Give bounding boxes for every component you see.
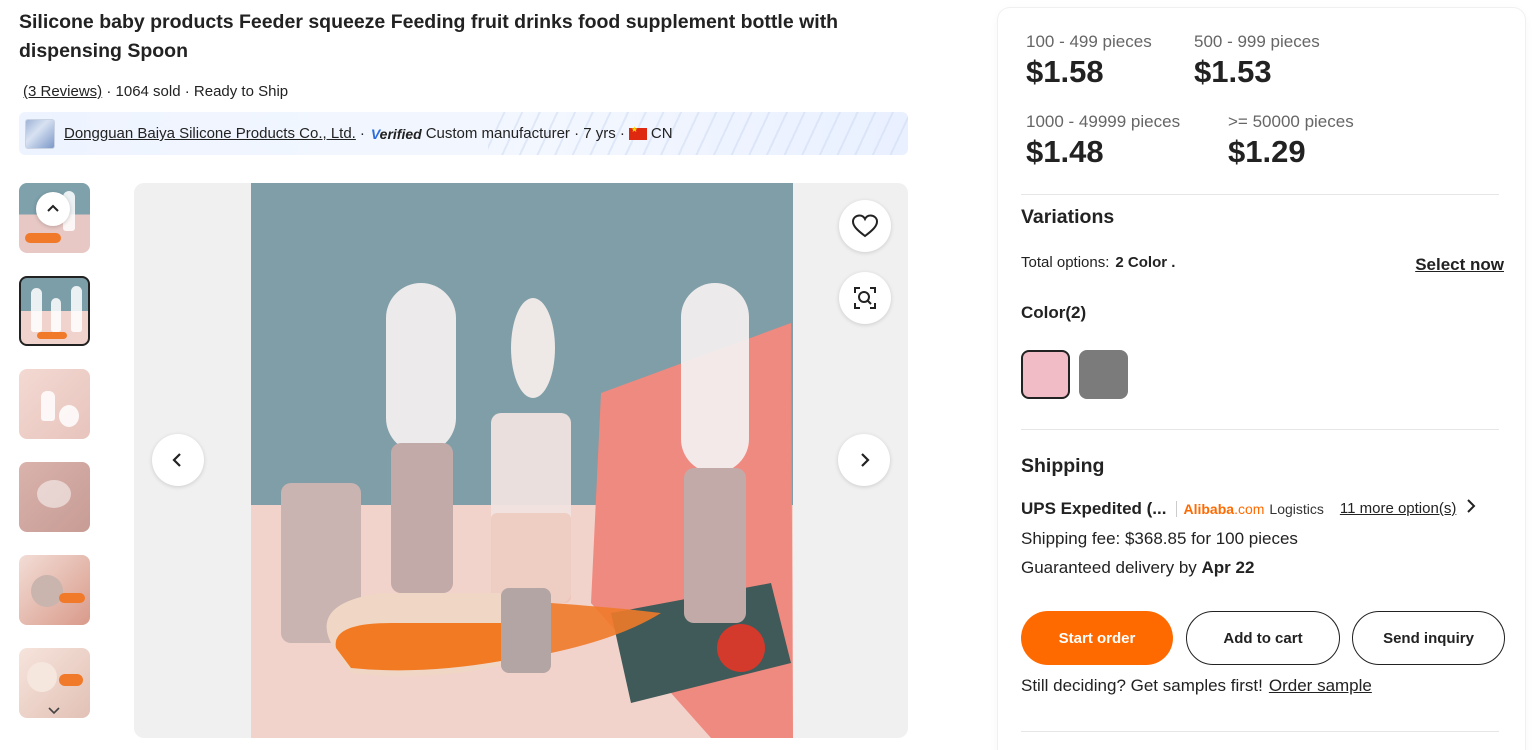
thumb-shape	[31, 575, 63, 607]
delivery-info: Guaranteed delivery by Apr 22	[1021, 558, 1254, 578]
price-tier-1: 100 - 499 pieces $1.58	[1026, 32, 1152, 90]
divider	[1021, 731, 1499, 732]
verified-badge-text: erified	[379, 125, 422, 142]
verified-badge-v: V	[370, 125, 380, 142]
main-product-image[interactable]	[251, 183, 793, 738]
samples-text: Still deciding? Get samples first!	[1021, 676, 1263, 695]
shipping-method: UPS Expedited (...	[1021, 498, 1167, 518]
thumb-shape	[37, 332, 67, 339]
color-swatch-pink[interactable]	[1021, 350, 1070, 399]
color-swatch-gray[interactable]	[1079, 350, 1128, 399]
chevron-right-icon	[861, 453, 870, 467]
thumbnail-list	[19, 183, 90, 741]
add-to-cart-button[interactable]: Add to cart	[1186, 611, 1340, 665]
flag-cn-icon	[628, 125, 647, 140]
photo-shape	[391, 443, 453, 593]
thumb-shape	[51, 298, 61, 332]
next-image-button[interactable]	[838, 434, 890, 486]
image-search-icon	[854, 287, 876, 309]
select-now-link[interactable]: Select now	[1415, 255, 1504, 275]
tier-price: $1.58	[1026, 54, 1104, 89]
total-options-label: Total options:	[1021, 254, 1110, 271]
supplier-name-link[interactable]: Dongguan Baiya Silicone Products Co., Lt…	[64, 125, 356, 142]
photo-shape	[684, 468, 746, 623]
sold-status: · 1064 sold · Ready to Ship	[102, 83, 289, 100]
heart-icon	[851, 214, 879, 238]
thumb-shape	[59, 674, 83, 686]
divider	[1021, 429, 1499, 430]
variations-title: Variations	[1021, 206, 1115, 228]
product-illustration	[281, 283, 793, 738]
supplier-country: CN	[650, 125, 673, 142]
alibaba-logo-suffix: .com	[1234, 500, 1265, 517]
start-order-button[interactable]: Start order	[1021, 611, 1173, 665]
tier-quantity: 1000 - 49999 pieces	[1026, 112, 1181, 131]
thumbnail-4[interactable]	[19, 462, 90, 532]
thumbnail-1[interactable]	[19, 183, 90, 253]
photo-shape	[386, 283, 456, 453]
supplier-info: · Verified Custom manufacturer · 7 yrs ·…	[359, 125, 673, 143]
supplier-type: Custom manufacturer · 7 yrs ·	[425, 125, 625, 142]
thumb-shape	[31, 288, 42, 332]
product-gallery	[134, 183, 908, 738]
supplier-logo[interactable]	[25, 118, 55, 149]
send-inquiry-button[interactable]: Send inquiry	[1352, 611, 1505, 665]
separator	[1176, 500, 1178, 517]
chevron-left-icon	[172, 453, 181, 467]
shipping-method-row: UPS Expedited (... Alibaba.com Logistics…	[1021, 498, 1501, 519]
alibaba-logo: Alibaba.com	[1183, 501, 1264, 517]
thumb-shape	[27, 662, 57, 692]
tier-price: $1.48	[1026, 134, 1104, 169]
verified-badge[interactable]: Verified	[371, 126, 422, 142]
chevron-up-icon[interactable]	[36, 192, 70, 226]
total-options-value: 2 Color .	[1115, 254, 1176, 271]
shipping-fee: Shipping fee: $368.85 for 100 pieces	[1021, 529, 1298, 548]
samples-row: Still deciding? Get samples first! Order …	[1021, 676, 1372, 696]
tier-quantity: 100 - 499 pieces	[1026, 32, 1152, 51]
price-tier-2: 500 - 999 pieces $1.53	[1194, 32, 1320, 90]
separator-dot: ·	[359, 125, 365, 142]
favorite-button[interactable]	[839, 200, 891, 252]
order-sample-link[interactable]: Order sample	[1269, 676, 1372, 695]
reviews-link[interactable]: (3 Reviews)	[23, 83, 102, 100]
photo-shape	[511, 298, 555, 398]
thumbnail-5[interactable]	[19, 555, 90, 625]
chevron-right-icon[interactable]	[1466, 498, 1476, 519]
more-shipping-options-link[interactable]: 11 more option(s)	[1340, 500, 1456, 517]
supplier-bar: Dongguan Baiya Silicone Products Co., Lt…	[19, 112, 908, 155]
chevron-down-icon[interactable]	[47, 704, 61, 718]
prev-image-button[interactable]	[152, 434, 204, 486]
price-tier-3: 1000 - 49999 pieces $1.48	[1026, 112, 1180, 170]
alibaba-logo-text: Alibaba	[1183, 500, 1235, 517]
thumbnail-6[interactable]	[19, 648, 90, 718]
tier-price: $1.29	[1228, 134, 1306, 169]
tier-quantity: 500 - 999 pieces	[1194, 32, 1320, 51]
photo-shape	[681, 283, 749, 473]
thumb-shape	[37, 480, 71, 508]
thumb-shape	[25, 233, 61, 243]
logistics-label: Logistics	[1269, 500, 1324, 517]
tier-quantity: >= 50000 pieces	[1228, 112, 1354, 131]
purchase-panel: 100 - 499 pieces $1.58 500 - 999 pieces …	[998, 8, 1525, 750]
thumb-shape	[59, 405, 79, 427]
photo-shape	[335, 623, 513, 671]
photo-shape	[501, 588, 551, 673]
tier-price: $1.53	[1194, 54, 1272, 89]
photo-shape	[717, 624, 765, 672]
color-title: Color(2)	[1021, 303, 1087, 322]
thumb-shape	[59, 593, 85, 603]
product-title: Silicone baby products Feeder squeeze Fe…	[19, 11, 839, 62]
shipping-title: Shipping	[1021, 455, 1105, 477]
price-tier-4: >= 50000 pieces $1.29	[1228, 112, 1354, 170]
thumbnail-2[interactable]	[19, 276, 90, 346]
thumbnail-3[interactable]	[19, 369, 90, 439]
product-meta: (3 Reviews) · 1064 sold · Ready to Ship	[23, 83, 288, 100]
divider	[1021, 194, 1499, 195]
image-search-button[interactable]	[839, 272, 891, 324]
thumb-shape	[71, 286, 82, 332]
delivery-label: Guaranteed delivery by	[1021, 558, 1202, 577]
total-options: Total options: 2 Color .	[1021, 254, 1175, 271]
thumb-shape	[41, 391, 55, 421]
delivery-date: Apr 22	[1201, 558, 1255, 577]
